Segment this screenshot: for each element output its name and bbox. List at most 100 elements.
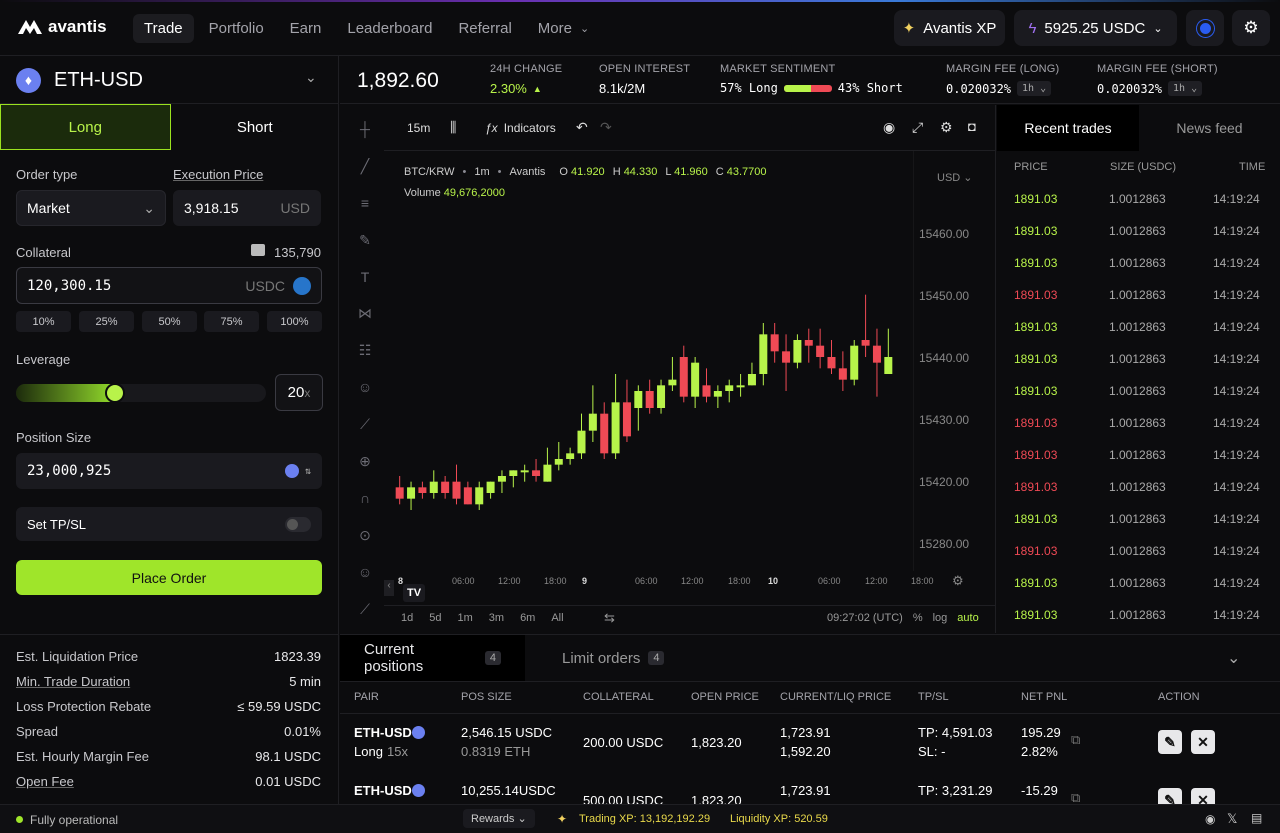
range-1d[interactable]: 1d	[401, 612, 413, 624]
zoom-icon[interactable]: ⊙	[356, 527, 374, 545]
magnet-icon[interactable]: ∩	[356, 490, 374, 508]
candle-body	[679, 357, 688, 397]
tab-recent-trades[interactable]: Recent trades	[997, 105, 1139, 151]
fee-short-interval-select[interactable]: 1h ⌄	[1168, 81, 1203, 96]
trendline-icon[interactable]: ╱	[356, 158, 374, 176]
pair-selector[interactable]: ♦ ETH-USD ⌄	[0, 56, 339, 104]
collateral-value: 120,300.15	[27, 277, 112, 294]
position-current-price: 1,723.91	[780, 725, 831, 740]
nav-referral[interactable]: Referral	[447, 14, 522, 43]
candlestick-chart[interactable]	[384, 151, 914, 571]
collapse-icon[interactable]: ⌄	[1227, 648, 1240, 668]
network-button[interactable]	[1186, 10, 1224, 46]
share-icon[interactable]: ⧉	[1071, 790, 1080, 804]
rewards-select[interactable]: Rewards ⌄	[463, 809, 535, 828]
candle-body	[497, 476, 506, 482]
candle-body	[770, 334, 779, 352]
leverage-unit: x	[304, 385, 311, 400]
change-value: 2.30%	[490, 81, 527, 96]
range-all[interactable]: All	[551, 612, 563, 624]
share-icon[interactable]: ⧉	[1071, 732, 1080, 748]
tab-long[interactable]: Long	[0, 104, 171, 150]
nav-portfolio[interactable]: Portfolio	[198, 14, 275, 43]
trade-size: 1.0012863	[1109, 320, 1166, 334]
pct-10-button[interactable]: 10%	[16, 311, 71, 332]
range-6m[interactable]: 6m	[520, 612, 535, 624]
execution-price-field[interactable]: 3,918.15 USD	[173, 190, 321, 226]
position-size-input[interactable]: 23,000,925 ⇅	[16, 453, 322, 489]
edit-position-button[interactable]: ✎	[1158, 788, 1182, 804]
docs-icon[interactable]: ▤	[1251, 811, 1262, 825]
trade-price: 1891.03	[1014, 384, 1058, 398]
edit-position-button[interactable]: ✎	[1158, 730, 1182, 754]
collateral-input[interactable]: 120,300.15 USDC	[16, 267, 322, 304]
nav-trade[interactable]: Trade	[133, 14, 194, 43]
wallet-balance-button[interactable]: ϟ 5925.25 USDC ⌄	[1014, 10, 1177, 46]
pct-25-button[interactable]: 25%	[79, 311, 134, 332]
brush-icon[interactable]: ✎	[356, 232, 374, 250]
pct-75-button[interactable]: 75%	[204, 311, 259, 332]
leverage-slider[interactable]	[16, 384, 266, 402]
emoji-icon[interactable]: ☺	[356, 379, 374, 397]
x-tick-label: 18:00	[728, 576, 751, 586]
leverage-slider-handle[interactable]	[105, 383, 125, 403]
place-order-button[interactable]: Place Order	[16, 560, 322, 595]
settings-button[interactable]: ⚙	[1232, 10, 1270, 46]
close-position-button[interactable]: ✕	[1191, 788, 1215, 804]
currency-select[interactable]: USD ⌄	[937, 171, 973, 184]
chart-settings-icon[interactable]: ⚙	[940, 119, 953, 136]
discord-icon[interactable]: ◉	[1205, 812, 1215, 826]
x-tick-label: 10	[768, 576, 779, 586]
order-type-select[interactable]: Market ⌄	[16, 190, 166, 226]
nav-earn[interactable]: Earn	[279, 14, 333, 43]
summary-value: 1823.39	[274, 649, 321, 664]
text-tool-icon[interactable]: T	[356, 269, 374, 287]
eye-icon[interactable]: ◉	[883, 119, 895, 136]
camera-icon[interactable]: ◘	[968, 119, 976, 134]
redo-icon[interactable]: ↷	[600, 119, 612, 136]
zoom-in-icon[interactable]: ⊕	[356, 453, 374, 471]
pct-100-button[interactable]: 100%	[267, 311, 322, 332]
leverage-input[interactable]: 20 x	[275, 374, 323, 411]
tpsl-toggle[interactable]	[285, 516, 311, 532]
avantis-xp-button[interactable]: ✦ Avantis XP	[894, 10, 1005, 46]
summary-value: ≤ 59.59 USDC	[237, 699, 321, 714]
forecast-icon[interactable]: ☷	[356, 342, 374, 360]
tab-short[interactable]: Short	[171, 104, 340, 150]
x-twitter-icon[interactable]: 𝕏	[1227, 811, 1237, 827]
undo-icon[interactable]: ↶	[576, 119, 588, 136]
brand-logo[interactable]: avantis	[18, 17, 107, 37]
collapse-arrow-icon[interactable]: ‹	[384, 580, 394, 596]
log-scale-toggle[interactable]: log	[933, 612, 948, 624]
pct-50-button[interactable]: 50%	[142, 311, 197, 332]
candle	[566, 447, 575, 465]
fee-long-interval: 1h	[1022, 83, 1035, 94]
fee-long-interval-select[interactable]: 1h ⌄	[1017, 81, 1052, 96]
chart-interval-select[interactable]: 15m	[407, 121, 430, 135]
nav-leaderboard[interactable]: Leaderboard	[336, 14, 443, 43]
auto-scale-toggle[interactable]: auto	[957, 612, 978, 624]
candle-style-icon[interactable]: ⫼	[450, 119, 456, 136]
indicators-button[interactable]: ƒx Indicators	[485, 121, 556, 135]
range-3m[interactable]: 3m	[489, 612, 504, 624]
tab-limit-orders[interactable]: Limit orders 4	[538, 635, 688, 681]
crosshair-icon[interactable]: ┼	[356, 121, 374, 139]
pattern-icon[interactable]: ⋈	[356, 305, 374, 323]
fullscreen-icon[interactable]: ⤢	[912, 119, 923, 136]
horizontal-lines-icon[interactable]: ≡	[356, 195, 374, 213]
date-range-icon[interactable]: ⇆	[604, 610, 615, 626]
nav-more[interactable]: More ⌄	[527, 14, 600, 43]
tab-news-feed[interactable]: News feed	[1139, 105, 1280, 151]
y-tick-label: 15440.00	[919, 351, 970, 365]
trash-icon[interactable]: ⟋	[356, 601, 374, 619]
range-1m[interactable]: 1m	[458, 612, 473, 624]
ruler-icon[interactable]: ⟋	[356, 416, 374, 434]
axis-settings-icon[interactable]: ⚙	[952, 573, 964, 589]
summary-row: Est. Hourly Margin Fee 98.1 USDC	[16, 749, 321, 769]
tab-current-positions[interactable]: Current positions 4	[340, 635, 525, 681]
range-5d[interactable]: 5d	[429, 612, 441, 624]
close-position-button[interactable]: ✕	[1191, 730, 1215, 754]
lock-icon[interactable]: ☺	[356, 564, 374, 582]
percent-scale-toggle[interactable]: %	[913, 612, 923, 624]
y-tick-label: 15280.00	[919, 537, 970, 551]
